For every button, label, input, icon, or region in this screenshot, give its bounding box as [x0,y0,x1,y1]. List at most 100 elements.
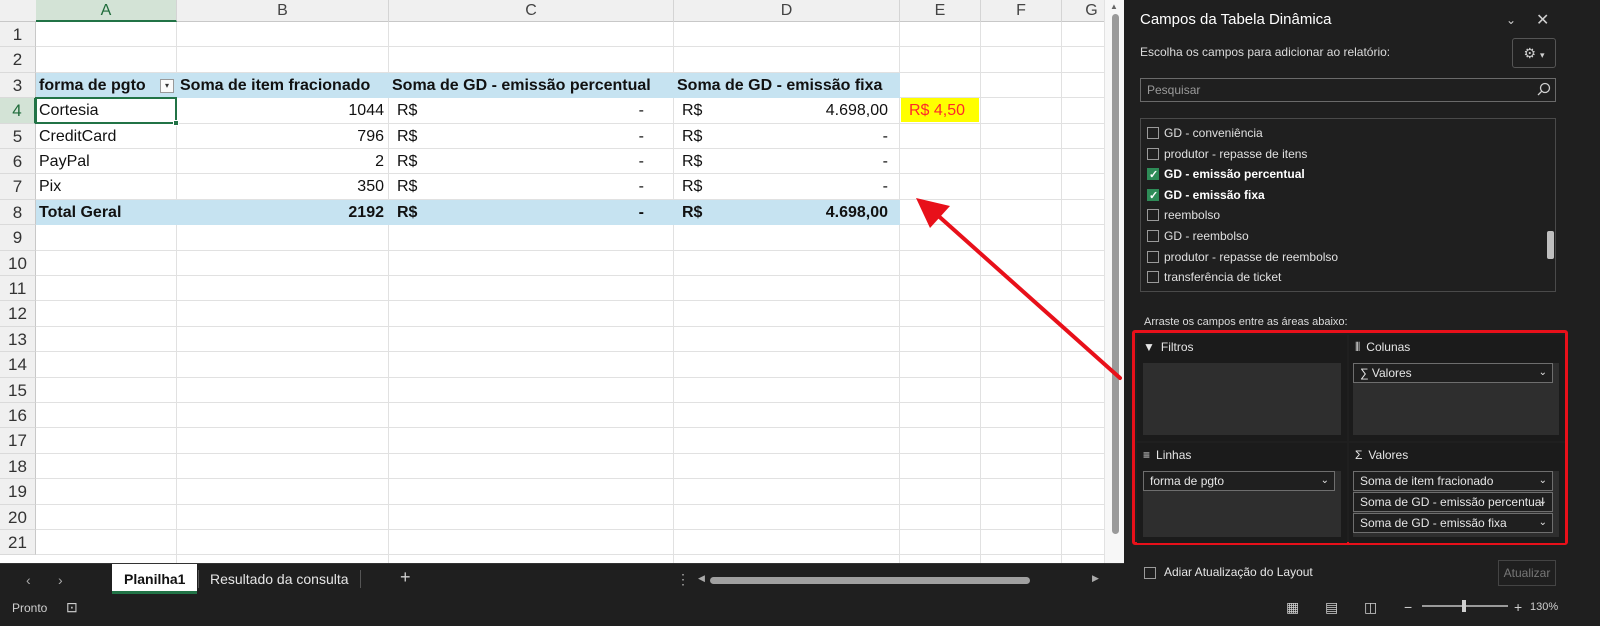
zoom-out-button[interactable]: − [1404,599,1412,615]
pivot-cell-gd-fixa[interactable]: - [724,174,888,199]
field-checkbox[interactable] [1147,250,1159,263]
pivot-cell-currency[interactable]: R$ [397,174,437,199]
zoom-knob[interactable] [1462,600,1466,612]
pivot-cell-currency[interactable]: R$ [397,200,437,225]
horizontal-scrollbar[interactable]: ◀ ▶ [696,573,1106,586]
rows-chip-forma-de-pgto[interactable]: forma de pgto ⌄ [1143,471,1335,491]
cell-e4[interactable]: R$ 4,50 [901,98,979,123]
pivot-cell-gd-percentual[interactable]: - [439,149,644,174]
pivot-cell-currency[interactable]: R$ [682,124,722,149]
pivot-header-gd-fixa[interactable]: Soma de GD - emissão fixa [677,73,897,98]
scroll-left-icon[interactable]: ◀ [698,573,705,584]
field-checkbox[interactable] [1147,147,1159,160]
prev-sheet-icon[interactable]: ‹ [26,572,31,588]
row-header-9[interactable]: 9 [0,225,36,251]
field-checkbox[interactable] [1147,127,1159,139]
field-checkbox[interactable] [1147,186,1159,206]
pivot-cell-item-fracionado[interactable]: 350 [180,174,384,199]
pivot-cell-item-fracionado[interactable]: 2192 [180,200,384,225]
row-header-8[interactable]: 8 [0,199,36,226]
cell-area[interactable]: forma de pgto Soma de item fracionado Soma… [35,22,1124,578]
row-header-6[interactable]: 6 [0,149,36,175]
horizontal-scroll-thumb[interactable] [710,577,1030,584]
row-header-12[interactable]: 12 [0,301,36,327]
spreadsheet-grid[interactable]: ABCDEFG 1 2 3 4 5 6 7 8 9 10 11 12 13 14 15 16 17 18 19 20 2… [0,0,1124,578]
defer-checkbox-box[interactable] [1144,567,1156,579]
pivot-cell-item-fracionado[interactable]: 1044 [180,98,384,123]
pivot-cell-item-fracionado[interactable]: 2 [180,149,384,174]
column-header-f[interactable]: F [981,0,1062,22]
tab-resultado-da-consulta[interactable]: Resultado da consulta [198,564,361,594]
fill-handle[interactable] [173,119,179,126]
column-header-b[interactable]: B [177,0,389,22]
pivot-cell-gd-percentual[interactable]: - [439,98,644,123]
column-header-d[interactable]: D [674,0,900,22]
row-header-5[interactable]: 5 [0,123,36,149]
field-checkbox[interactable] [1147,165,1159,185]
filters-drop-zone[interactable] [1143,363,1341,435]
field-checkbox[interactable] [1147,271,1159,284]
pivot-cell-currency[interactable]: R$ [397,98,437,123]
pivot-cell-currency[interactable]: R$ [397,149,437,174]
pivot-header-item-fracionado[interactable]: Soma de item fracionado [180,73,386,98]
pivot-cell-gd-percentual[interactable]: - [439,124,644,149]
column-header-e[interactable]: E [900,0,981,22]
pivot-cell-gd-percentual[interactable]: - [439,200,644,225]
more-options-icon[interactable]: ⋮ [676,571,690,588]
chevron-down-icon[interactable]: ⌄ [1539,493,1547,511]
close-icon[interactable]: ✕ [1536,10,1549,30]
row-header-16[interactable]: 16 [0,403,36,429]
zoom-level[interactable]: 130% [1530,601,1558,613]
pivot-cell-gd-fixa[interactable]: - [724,124,888,149]
next-sheet-icon[interactable]: › [58,572,63,588]
rows-drop-zone[interactable]: forma de pgto ⌄ [1143,471,1341,537]
vertical-scroll-thumb[interactable] [1112,14,1119,534]
chevron-down-icon[interactable]: ⌄ [1539,514,1547,532]
row-header-3[interactable]: 3 [0,72,36,99]
field-list-scrollbar[interactable] [1544,119,1555,291]
pivot-cell-currency[interactable]: R$ [682,174,722,199]
pivot-cell-currency[interactable]: R$ [397,124,437,149]
chevron-down-icon[interactable]: ⌄ [1506,13,1516,27]
row-header-13[interactable]: 13 [0,326,36,353]
values-drop-zone[interactable]: Soma de item fracionado ⌄ Soma de GD - em… [1353,471,1559,537]
columns-area[interactable]: ⦀ Colunas ∑ Valores ⌄ [1349,335,1565,441]
field-list[interactable]: GD - conveniência produtor - repasse de i… [1140,118,1556,292]
pivot-row-label[interactable]: CreditCard [39,124,174,149]
pivot-cell-gd-percentual[interactable]: - [439,174,644,199]
pivot-cell-gd-fixa[interactable]: - [724,149,888,174]
values-area[interactable]: Σ Valores Soma de item fracionado ⌄ Soma d… [1349,443,1565,543]
update-button[interactable]: Atualizar [1498,560,1556,586]
page-layout-icon[interactable]: ▤ [1325,599,1338,616]
normal-view-icon[interactable]: ▦ [1286,599,1299,616]
values-chip-gd-emissao-percentual[interactable]: Soma de GD - emissão percentual ⌄ [1353,492,1553,512]
chevron-down-icon[interactable]: ⌄ [1539,364,1547,382]
pivot-cell-currency[interactable]: R$ [682,200,722,225]
tools-button[interactable]: ⚙ ▾ [1512,38,1556,68]
field-checkbox[interactable] [1147,209,1159,222]
page-break-icon[interactable]: ◫ [1364,599,1377,616]
row-header-20[interactable]: 20 [0,504,36,530]
row-header-14[interactable]: 14 [0,352,36,378]
row-header-15[interactable]: 15 [0,377,36,403]
field-checkbox[interactable] [1147,230,1159,242]
add-sheet-button[interactable]: + [400,567,411,588]
column-header-c[interactable]: C [389,0,674,22]
row-header-17[interactable]: 17 [0,428,36,454]
zoom-slider[interactable] [1422,600,1508,612]
row-header-19[interactable]: 19 [0,479,36,505]
row-header-10[interactable]: 10 [0,250,36,276]
values-chip-gd-emissao-fixa[interactable]: Soma de GD - emissão fixa ⌄ [1353,513,1553,533]
vertical-scrollbar[interactable]: ▲ ▼ [1104,0,1124,578]
rows-area[interactable]: ≡ Linhas forma de pgto ⌄ [1137,443,1347,543]
pivot-header-forma-de-pgto[interactable]: forma de pgto [39,73,174,98]
scroll-up-icon[interactable]: ▲ [1110,2,1118,11]
row-header-4[interactable]: 4 [0,98,36,124]
columns-chip-valores[interactable]: ∑ Valores ⌄ [1353,363,1553,383]
row-header-2[interactable]: 2 [0,47,36,73]
pivot-cell-currency[interactable]: R$ [682,98,722,123]
row-header-1[interactable]: 1 [0,22,36,48]
row-header-18[interactable]: 18 [0,453,36,480]
filters-area[interactable]: ▼ Filtros [1137,335,1347,441]
pivot-row-label[interactable]: Pix [39,174,174,199]
